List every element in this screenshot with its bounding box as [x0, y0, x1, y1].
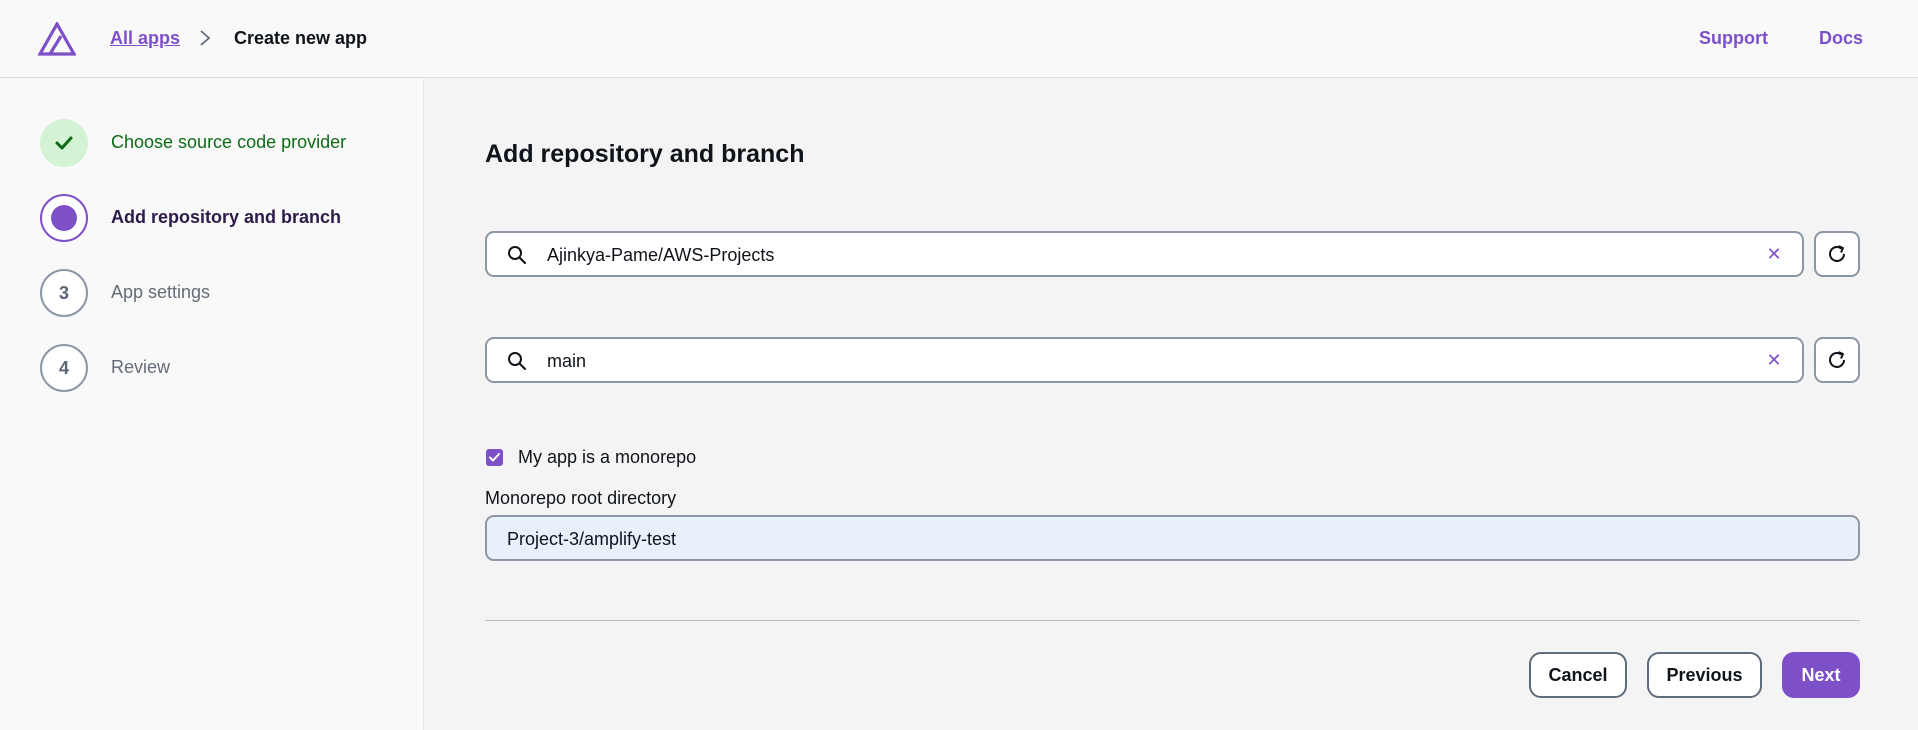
step-choose-source[interactable]: Choose source code provider	[40, 119, 420, 167]
check-icon	[55, 136, 73, 150]
page-title: Add repository and branch	[485, 140, 805, 168]
branch-value: main	[547, 351, 587, 371]
step-label: App settings	[111, 282, 211, 302]
refresh-icon	[1829, 351, 1845, 368]
refresh-repositories-button[interactable]	[1814, 231, 1860, 277]
step-label: Review	[111, 357, 171, 377]
search-icon	[508, 352, 527, 371]
breadcrumb-all-apps-link[interactable]: All apps	[110, 28, 180, 49]
step-review: 4 Review	[40, 344, 420, 392]
step-number-badge: 4	[40, 344, 88, 392]
step-current-badge	[40, 194, 88, 242]
wizard-steps-sidebar: Choose source code provider Add reposito…	[0, 79, 424, 730]
support-link[interactable]: Support	[1699, 28, 1768, 49]
search-icon	[508, 246, 527, 265]
refresh-branches-button[interactable]	[1814, 337, 1860, 383]
step-app-settings: 3 App settings	[40, 269, 420, 317]
step-number-badge: 3	[40, 269, 88, 317]
repository-value: Ajinkya-Pame/AWS-Projects	[547, 245, 775, 265]
clear-icon[interactable]: ✕	[1764, 244, 1784, 264]
breadcrumb-current: Create new app	[234, 28, 368, 48]
clear-icon[interactable]: ✕	[1764, 350, 1784, 370]
previous-button[interactable]: Previous	[1647, 652, 1762, 698]
repository-search-input[interactable]: Ajinkya-Pame/AWS-Projects ✕	[485, 231, 1804, 277]
monorepo-checkbox[interactable]	[486, 449, 503, 466]
top-navigation-bar: All apps Create new app Support Docs	[0, 0, 1918, 78]
docs-link[interactable]: Docs	[1819, 28, 1863, 49]
cancel-button[interactable]: Cancel	[1529, 652, 1627, 698]
amplify-logo-icon[interactable]	[38, 22, 76, 56]
monorepo-root-value: Project-3/amplify-test	[507, 529, 677, 549]
monorepo-root-label: Monorepo root directory	[485, 488, 677, 508]
chevron-right-icon	[200, 30, 211, 46]
step-label: Add repository and branch	[111, 207, 342, 227]
monorepo-root-input[interactable]: Project-3/amplify-test	[485, 515, 1860, 561]
refresh-icon	[1829, 245, 1845, 262]
current-step-dot-icon	[51, 205, 77, 231]
step-label: Choose source code provider	[111, 132, 347, 152]
step-complete-badge	[40, 119, 88, 167]
branch-search-input[interactable]: main ✕	[485, 337, 1804, 383]
checkmark-icon	[489, 453, 500, 462]
divider	[485, 620, 1860, 621]
monorepo-checkbox-label[interactable]: My app is a monorepo	[518, 447, 696, 468]
next-button[interactable]: Next	[1782, 652, 1860, 698]
step-add-repository: Add repository and branch	[40, 194, 420, 242]
